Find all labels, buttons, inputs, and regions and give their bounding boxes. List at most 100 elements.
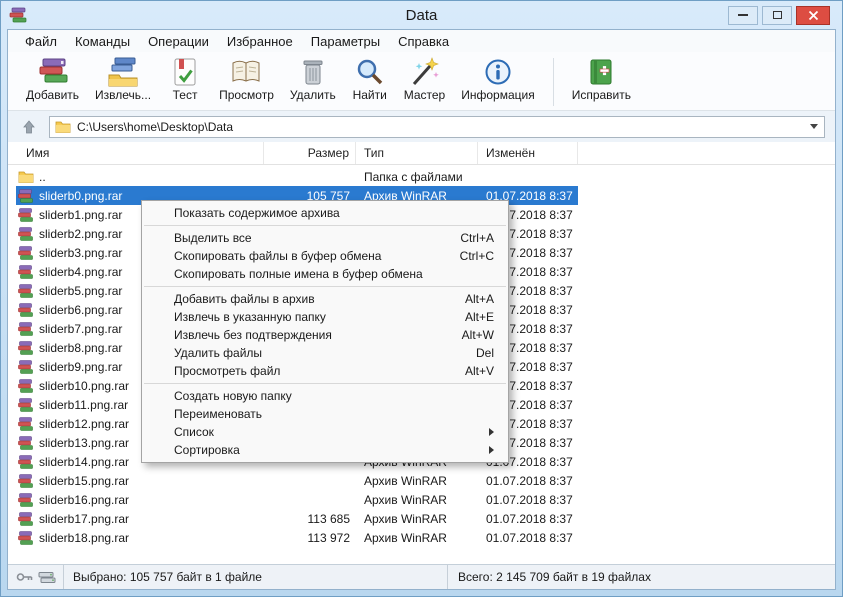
menu-separator — [144, 225, 506, 226]
file-name: sliderb7.png.rar — [39, 322, 122, 336]
file-type: Архив WinRAR — [356, 509, 478, 528]
context-menu-item[interactable]: Добавить файлы в архивAlt+A — [142, 290, 508, 308]
menu-favorites[interactable]: Избранное — [218, 32, 302, 51]
rar-icon — [18, 189, 34, 203]
address-dropdown-button[interactable] — [806, 117, 822, 137]
add-archive-icon — [35, 56, 71, 88]
toolbar-label: Мастер — [404, 88, 446, 102]
context-menu-item[interactable]: Создать новую папку — [142, 387, 508, 405]
context-menu-item[interactable]: Сортировка — [142, 441, 508, 459]
file-modified: 01.07.2018 8:37 — [478, 471, 578, 490]
rar-icon — [18, 284, 34, 298]
file-row[interactable]: sliderb15.png.rarАрхив WinRAR01.07.2018 … — [16, 471, 578, 490]
find-button[interactable]: Найти — [344, 55, 396, 103]
context-menu-item[interactable]: Показать содержимое архива — [142, 204, 508, 222]
file-name: sliderb10.png.rar — [39, 379, 129, 393]
file-name: sliderb13.png.rar — [39, 436, 129, 450]
menu-shortcut: Alt+A — [465, 292, 494, 306]
file-modified — [478, 167, 578, 186]
file-name: sliderb14.png.rar — [39, 455, 129, 469]
toolbar: Добавить Извлечь... — [8, 52, 835, 111]
rar-icon — [18, 322, 34, 336]
statusbar-selected-info: Выбрано: 105 757 байт в 1 файле — [64, 565, 447, 589]
file-name: sliderb11.png.rar — [39, 398, 128, 412]
file-name: sliderb9.png.rar — [39, 360, 122, 374]
menu-operations[interactable]: Операции — [139, 32, 218, 51]
status-bar: Выбрано: 105 757 байт в 1 файле Всего: 2… — [8, 564, 835, 589]
delete-button[interactable]: Удалить — [282, 55, 344, 103]
wizard-button[interactable]: Мастер — [396, 55, 454, 103]
menu-options[interactable]: Параметры — [302, 32, 389, 51]
maximize-button[interactable] — [762, 6, 792, 25]
submenu-arrow-icon — [489, 428, 494, 436]
menu-shortcut: Alt+E — [465, 310, 494, 324]
winrar-app-icon — [9, 7, 27, 23]
extract-button[interactable]: Извлечь... — [87, 55, 159, 103]
extract-icon — [105, 56, 141, 88]
context-menu-item[interactable]: Список — [142, 423, 508, 441]
repair-button[interactable]: Исправить — [564, 55, 639, 103]
file-row[interactable]: sliderb18.png.rar113 972Архив WinRAR01.0… — [16, 528, 578, 547]
context-menu-item[interactable]: Выделить всеCtrl+A — [142, 229, 508, 247]
key-icon[interactable] — [16, 571, 33, 583]
view-button[interactable]: Просмотр — [211, 55, 282, 103]
column-header-size[interactable]: Размер — [264, 142, 356, 164]
context-menu-item[interactable]: Скопировать файлы в буфер обменаCtrl+C — [142, 247, 508, 265]
menu-help[interactable]: Справка — [389, 32, 458, 51]
list-header: Имя Размер Тип Изменён — [8, 142, 835, 165]
context-menu-item[interactable]: Извлечь в указанную папкуAlt+E — [142, 308, 508, 326]
context-menu-item[interactable]: Удалить файлыDel — [142, 344, 508, 362]
toolbar-separator — [553, 58, 554, 106]
file-row[interactable]: ..Папка с файлами — [16, 167, 578, 186]
menu-commands[interactable]: Команды — [66, 32, 139, 51]
menu-shortcut: Del — [476, 346, 494, 360]
file-size — [264, 167, 356, 186]
close-icon — [808, 10, 819, 21]
minimize-button[interactable] — [728, 6, 758, 25]
menu-shortcut: Alt+W — [462, 328, 494, 342]
info-button[interactable]: Информация — [453, 55, 542, 103]
toolbar-label: Добавить — [26, 88, 79, 102]
window-controls — [728, 6, 830, 25]
context-menu-item[interactable]: Извлечь без подтвержденияAlt+W — [142, 326, 508, 344]
context-menu-item[interactable]: Просмотреть файлAlt+V — [142, 362, 508, 380]
context-menu-item[interactable]: Скопировать полные имена в буфер обмена — [142, 265, 508, 283]
add-button[interactable]: Добавить — [18, 55, 87, 103]
close-button[interactable] — [796, 6, 830, 25]
column-header-name[interactable]: Имя — [16, 142, 264, 164]
file-type: Архив WinRAR — [356, 490, 478, 509]
chevron-down-icon — [810, 124, 818, 129]
rar-icon — [18, 436, 34, 450]
column-header-modified[interactable]: Изменён — [478, 142, 578, 164]
context-menu-item[interactable]: Переименовать — [142, 405, 508, 423]
up-directory-button[interactable] — [18, 116, 40, 138]
rar-icon — [18, 379, 34, 393]
test-button[interactable]: Тест — [159, 55, 211, 103]
rar-icon — [18, 360, 34, 374]
file-modified: 01.07.2018 8:37 — [478, 490, 578, 509]
rar-icon — [18, 493, 34, 507]
file-name: sliderb1.png.rar — [39, 208, 122, 222]
file-row[interactable]: sliderb17.png.rar113 685Архив WinRAR01.0… — [16, 509, 578, 528]
address-combobox[interactable]: C:\Users\home\Desktop\Data — [49, 116, 825, 138]
file-name: sliderb2.png.rar — [39, 227, 122, 241]
file-name: sliderb8.png.rar — [39, 341, 122, 355]
drives-icon[interactable] — [38, 571, 56, 584]
address-path: C:\Users\home\Desktop\Data — [77, 120, 800, 134]
toolbar-label: Удалить — [290, 88, 336, 102]
context-menu: Показать содержимое архива Выделить всеCt… — [141, 200, 509, 463]
rar-icon — [18, 208, 34, 222]
minimize-icon — [738, 14, 748, 16]
column-header-type[interactable]: Тип — [356, 142, 478, 164]
file-name: sliderb6.png.rar — [39, 303, 122, 317]
address-row: C:\Users\home\Desktop\Data — [8, 111, 835, 142]
folder-icon — [18, 170, 34, 184]
title-bar[interactable]: Data — [1, 1, 842, 29]
file-size — [264, 471, 356, 490]
menu-file[interactable]: Файл — [16, 32, 66, 51]
find-icon — [352, 56, 388, 88]
repair-icon — [583, 56, 619, 88]
file-row[interactable]: sliderb16.png.rarАрхив WinRAR01.07.2018 … — [16, 490, 578, 509]
rar-icon — [18, 512, 34, 526]
rar-icon — [18, 265, 34, 279]
